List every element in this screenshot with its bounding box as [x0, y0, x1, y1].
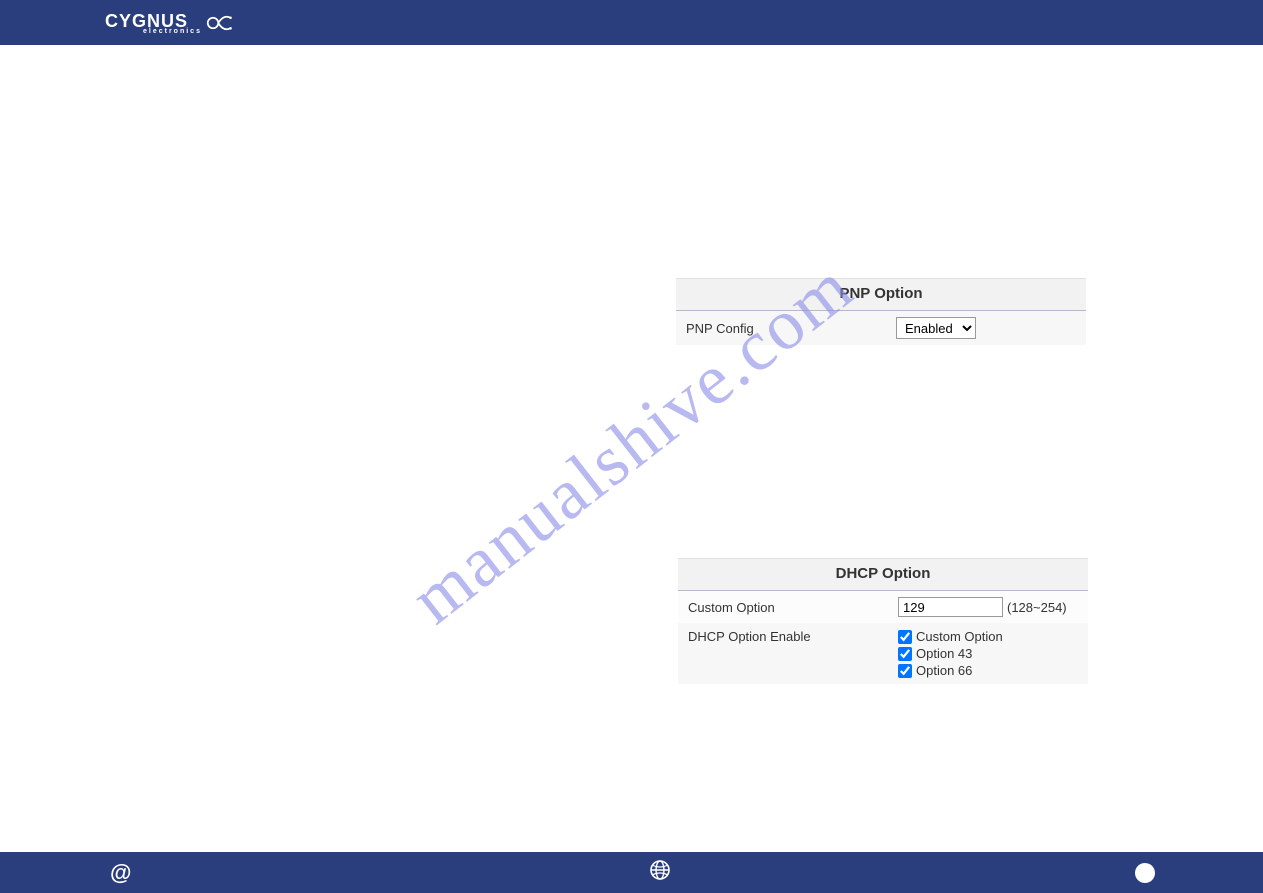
email-at-icon: @: [110, 860, 131, 886]
dhcp-custom-option-row: Custom Option (128~254): [678, 591, 1088, 623]
dhcp-option-enable-label: DHCP Option Enable: [688, 629, 898, 644]
dhcp-custom-option-input[interactable]: [898, 597, 1003, 617]
dhcp-option-custom-checkbox[interactable]: [898, 630, 912, 644]
dhcp-option-enable-row: DHCP Option Enable Custom Option Option …: [678, 623, 1088, 684]
dhcp-option-43-checkbox[interactable]: [898, 647, 912, 661]
dhcp-custom-option-range: (128~254): [1007, 600, 1067, 615]
dhcp-option-custom-text: Custom Option: [916, 629, 1003, 644]
dhcp-panel-title: DHCP Option: [678, 558, 1088, 591]
dhcp-option-66-checkbox[interactable]: [898, 664, 912, 678]
footer-circle-icon: [1135, 863, 1155, 883]
bottom-footer-bar: @: [0, 852, 1263, 893]
pnp-config-select[interactable]: Enabled: [896, 317, 976, 339]
pnp-panel-title: PNP Option: [676, 278, 1086, 311]
dhcp-option-checkbox-group: Custom Option Option 43 Option 66: [898, 629, 1078, 678]
dhcp-option-66-text: Option 66: [916, 663, 972, 678]
dhcp-option-43-line[interactable]: Option 43: [898, 646, 1078, 661]
globe-icon: [650, 860, 670, 886]
dhcp-option-custom-line[interactable]: Custom Option: [898, 629, 1078, 644]
brand-sub-text: electronics: [143, 28, 202, 35]
brand-swirl-icon: [206, 9, 234, 37]
pnp-option-panel: PNP Option PNP Config Enabled: [676, 278, 1086, 345]
dhcp-option-66-line[interactable]: Option 66: [898, 663, 1078, 678]
brand-logo: CYGNUS electronics: [105, 9, 234, 37]
pnp-config-row: PNP Config Enabled: [676, 311, 1086, 345]
dhcp-option-panel: DHCP Option Custom Option (128~254) DHCP…: [678, 558, 1088, 684]
pnp-config-label: PNP Config: [686, 321, 896, 336]
dhcp-custom-option-label: Custom Option: [688, 600, 898, 615]
dhcp-option-43-text: Option 43: [916, 646, 972, 661]
top-header-bar: CYGNUS electronics: [0, 0, 1263, 45]
